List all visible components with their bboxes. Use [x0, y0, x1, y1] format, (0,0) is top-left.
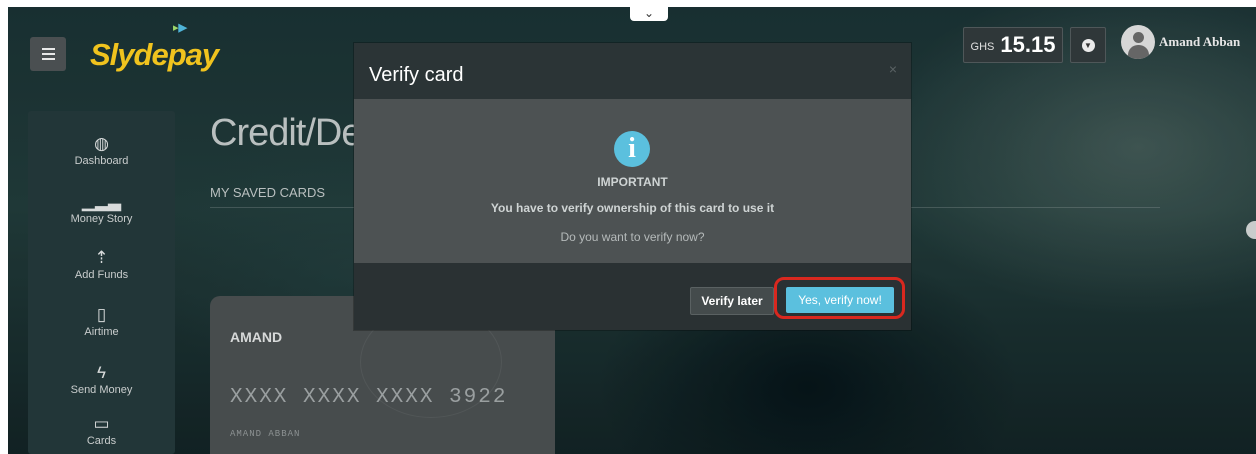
mobile-phone-icon: ▯ [96, 305, 107, 324]
sidebar-item-money-story[interactable]: ▁▂▃ Money Story [28, 192, 175, 226]
sidebar-item-label: Dashboard [74, 155, 129, 167]
dashboard-icon: ◍ [94, 134, 109, 153]
menu-line [41, 53, 55, 55]
avatar-head [1133, 32, 1144, 43]
verify-later-button[interactable]: Verify later [690, 287, 774, 315]
sidebar-item-label: Airtime [84, 326, 119, 338]
card-name: AMAND ABBAN [230, 429, 301, 439]
app-logo[interactable]: Slydepay [90, 37, 219, 73]
collapse-header-tab[interactable]: ⌄ [630, 7, 668, 21]
balance-dropdown-button[interactable]: ▼ [1070, 27, 1106, 63]
verify-question: Do you want to verify now? [560, 230, 705, 244]
signal-bars-icon: ▁▂▃ [81, 192, 122, 211]
card-number: XXXX XXXX XXXX 3922 [230, 386, 508, 409]
chevron-down-icon: ▼ [1081, 38, 1095, 52]
sidebar-item-dashboard[interactable]: ◍ Dashboard [28, 134, 175, 168]
card-holder: AMAND [230, 329, 283, 345]
menu-line [41, 58, 55, 60]
balance-currency: GHS [970, 41, 995, 53]
sidebar-item-send-money[interactable]: ϟ Send Money [28, 363, 175, 397]
verify-message: You have to verify ownership of this car… [490, 201, 775, 215]
modal-footer: Verify later Yes, verify now! [354, 263, 911, 330]
scroll-handle[interactable] [1246, 221, 1256, 239]
balance-display: GHS 15.15 [963, 27, 1063, 63]
lightning-icon: ϟ [97, 363, 106, 382]
sidebar-item-label: Add Funds [74, 269, 129, 281]
sidebar: ◍ Dashboard ▁▂▃ Money Story ⇡ Add Funds … [28, 111, 175, 454]
upload-arrow-icon: ⇡ [94, 248, 109, 267]
sidebar-item-airtime[interactable]: ▯ Airtime [28, 305, 175, 339]
logo-arrow-icon: ▸▶ [173, 22, 187, 34]
verify-card-modal: Verify card × i IMPORTANT You have to ve… [354, 43, 911, 330]
sidebar-item-cards[interactable]: ▭ Cards [28, 414, 175, 448]
sidebar-item-label: Send Money [70, 384, 133, 396]
modal-title: Verify card [369, 64, 464, 86]
sidebar-item-label: Money Story [70, 213, 133, 225]
avatar[interactable] [1121, 25, 1155, 59]
menu-line [41, 48, 55, 50]
avatar-body [1128, 45, 1149, 59]
modal-header: Verify card × [354, 43, 911, 99]
hamburger-menu-button[interactable] [30, 37, 66, 71]
user-name[interactable]: Amand Abban [1159, 34, 1240, 50]
close-icon[interactable]: × [889, 61, 897, 77]
sidebar-item-label: Cards [86, 435, 117, 447]
verify-now-button[interactable]: Yes, verify now! [786, 287, 894, 313]
sidebar-item-add-funds[interactable]: ⇡ Add Funds [28, 248, 175, 282]
info-icon: i [614, 131, 650, 167]
credit-card-icon: ▭ [93, 414, 110, 433]
modal-body: i IMPORTANT You have to verify ownership… [354, 99, 911, 263]
app-screen: ⌄ Slydepay ▸▶ GHS 15.15 ▼ Amand Abban ◍ … [8, 7, 1256, 454]
section-label: MY SAVED CARDS [210, 185, 326, 200]
balance-amount: 15.15 [1000, 32, 1056, 57]
important-label: IMPORTANT [597, 175, 668, 189]
